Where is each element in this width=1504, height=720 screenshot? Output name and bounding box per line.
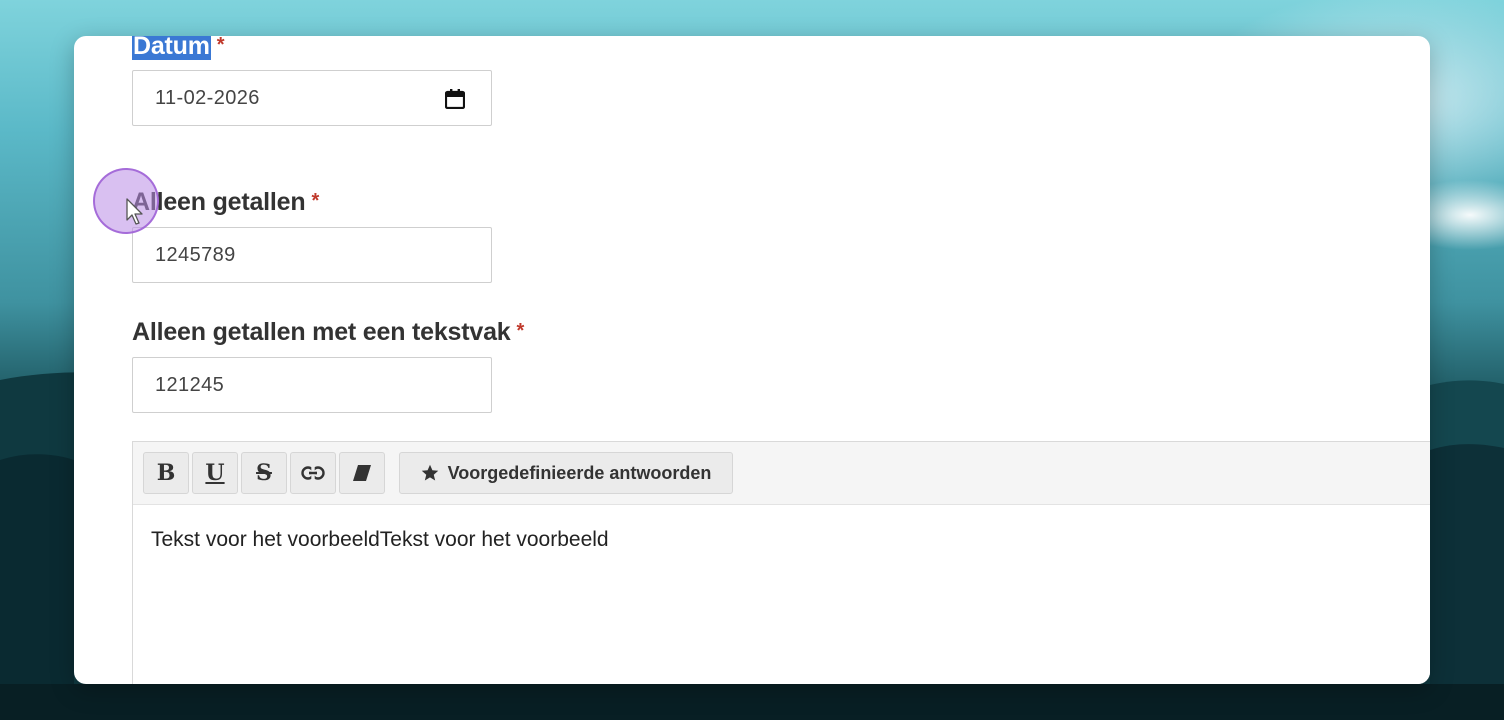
link-button[interactable]: [290, 452, 336, 494]
numbers-label: Alleen getallen *: [132, 188, 319, 217]
required-mark: *: [216, 36, 225, 56]
predefined-answers-button[interactable]: Voorgedefinieerde antwoorden: [399, 452, 733, 494]
underline-button[interactable]: U: [192, 452, 238, 494]
strikethrough-icon: S: [256, 460, 272, 486]
editor-content[interactable]: Tekst voor het voorbeeldTekst voor het v…: [151, 528, 609, 552]
strikethrough-button[interactable]: S: [241, 452, 287, 494]
numbers-textbox-label: Alleen getallen met een tekstvak *: [132, 318, 524, 347]
star-icon: [421, 464, 438, 481]
editor-toolbar: B U S Voorgedefinieerde antwoorden: [133, 442, 1430, 505]
predefined-answers-label: Voorgedefinieerde antwoorden: [447, 462, 712, 483]
date-input[interactable]: 11-02-2026: [132, 70, 492, 126]
eraser-icon: [353, 465, 371, 481]
date-label: Datum *: [132, 36, 225, 61]
required-mark: *: [516, 320, 525, 342]
date-input-value: 11-02-2026: [155, 87, 260, 109]
clear-format-button[interactable]: [339, 452, 385, 494]
underline-icon: U: [205, 460, 225, 486]
rich-text-editor: B U S Voorgedefinieerde antwoorden Tekst…: [132, 441, 1430, 684]
calendar-icon[interactable]: [445, 89, 465, 109]
numbers-input-value: 1245789: [155, 244, 236, 266]
numbers-textbox-label-text: Alleen getallen met een tekstvak: [132, 318, 511, 346]
form-card: Datum * 11-02-2026 Alleen getallen * 12457…: [74, 36, 1430, 684]
bold-icon: B: [156, 460, 176, 486]
mouse-pointer-icon: [126, 198, 143, 225]
numbers-input[interactable]: 1245789: [132, 227, 492, 283]
link-icon: [301, 466, 325, 480]
date-label-text: Datum: [132, 36, 211, 60]
required-mark: *: [311, 190, 320, 212]
numbers-textbox-input-value: 121245: [155, 374, 225, 396]
bold-button[interactable]: B: [143, 452, 189, 494]
numbers-textbox-input[interactable]: 121245: [132, 357, 492, 413]
